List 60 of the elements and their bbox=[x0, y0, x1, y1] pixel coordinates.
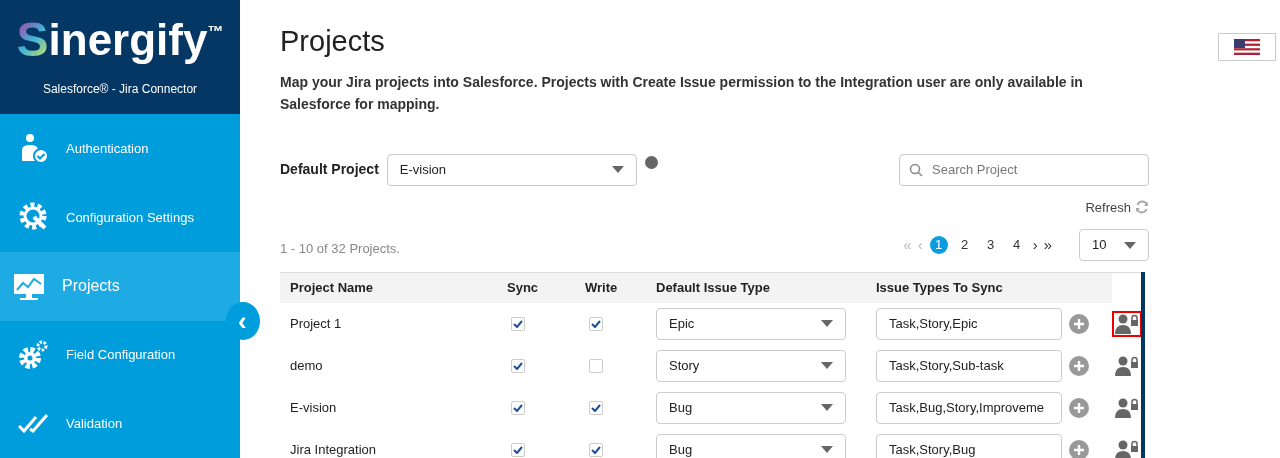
plus-icon bbox=[1073, 401, 1085, 414]
us-flag-icon bbox=[1234, 39, 1260, 55]
record-count: 1 - 10 of 32 Projects. bbox=[280, 240, 400, 259]
add-button[interactable] bbox=[1069, 355, 1089, 376]
refresh-button[interactable]: Refresh bbox=[1085, 197, 1149, 218]
page-button[interactable]: 2 bbox=[955, 236, 974, 255]
refresh-icon bbox=[1135, 200, 1149, 215]
add-button[interactable] bbox=[1069, 397, 1089, 418]
page-title: Projects bbox=[280, 24, 385, 59]
page-nav-button[interactable]: › bbox=[1029, 233, 1041, 257]
checkbox[interactable] bbox=[589, 358, 603, 373]
user-lock-icon bbox=[1115, 355, 1139, 376]
search-icon bbox=[909, 162, 923, 177]
issue-type-select[interactable]: Epic bbox=[656, 307, 846, 340]
checkbox[interactable] bbox=[511, 316, 525, 331]
user-lock-icon bbox=[1115, 439, 1139, 458]
column-header: Project Name bbox=[280, 272, 497, 303]
checkbox[interactable] bbox=[511, 358, 525, 373]
field-label: Default Project bbox=[280, 160, 379, 180]
plus-icon bbox=[1073, 443, 1085, 456]
checkbox[interactable] bbox=[511, 400, 525, 415]
page-size-select[interactable]: 10 bbox=[1079, 229, 1149, 262]
checkbox[interactable] bbox=[589, 316, 603, 331]
search-field[interactable]: Search Project bbox=[899, 153, 1149, 186]
brand-subtitle: Salesforce® - Jira Connector bbox=[42, 81, 198, 99]
brand-logo: Sinergify™ bbox=[16, 16, 224, 65]
issue-type-select[interactable]: Bug bbox=[656, 433, 846, 458]
issue-types-field[interactable]: Task,Story,Epic bbox=[876, 307, 1062, 340]
table-cell: Project 1 bbox=[290, 315, 342, 331]
page-button[interactable]: 4 bbox=[1007, 236, 1026, 255]
default-project-select[interactable]: E-vision bbox=[386, 153, 637, 186]
issue-type-select[interactable]: Story bbox=[656, 349, 846, 382]
issue-types-field[interactable]: Task,Story,Sub-task bbox=[876, 349, 1062, 382]
user-lock-icon bbox=[1115, 397, 1139, 418]
page-nav-button[interactable]: » bbox=[1040, 233, 1055, 257]
table-cell: demo bbox=[290, 357, 323, 373]
table-cell: Jira Integration bbox=[290, 441, 376, 457]
issue-types-field[interactable]: Task,Bug,Story,Improveme bbox=[876, 391, 1062, 424]
issue-types-field[interactable]: Task,Story,Bug bbox=[876, 433, 1062, 458]
column-header: Default Issue Type bbox=[646, 272, 866, 303]
column-header: Issue Types To Sync bbox=[866, 272, 1065, 303]
page-description: Map your Jira projects into Salesforce. Projects with Create Issue permission to the Integration user are only available in Salesforce for mapping. bbox=[280, 72, 1084, 115]
double-check-icon bbox=[18, 413, 50, 434]
issue-type-select[interactable]: Bug bbox=[656, 391, 846, 424]
user-lock-icon bbox=[1115, 313, 1139, 334]
column-header: Sync bbox=[497, 272, 575, 303]
info-icon bbox=[644, 156, 658, 170]
user-permission-button[interactable] bbox=[1112, 310, 1142, 337]
language-button[interactable] bbox=[1218, 33, 1276, 61]
add-button[interactable] bbox=[1069, 313, 1089, 334]
page-button[interactable]: 3 bbox=[981, 236, 1000, 255]
checkbox[interactable] bbox=[589, 400, 603, 415]
checkbox[interactable] bbox=[511, 442, 525, 457]
table-cell: E-vision bbox=[290, 399, 337, 415]
add-button[interactable] bbox=[1069, 439, 1089, 458]
gears-icon bbox=[18, 338, 50, 371]
column-header: Write bbox=[575, 272, 646, 303]
plus-icon bbox=[1073, 317, 1085, 330]
plus-icon bbox=[1073, 359, 1085, 372]
checkbox[interactable] bbox=[589, 442, 603, 457]
